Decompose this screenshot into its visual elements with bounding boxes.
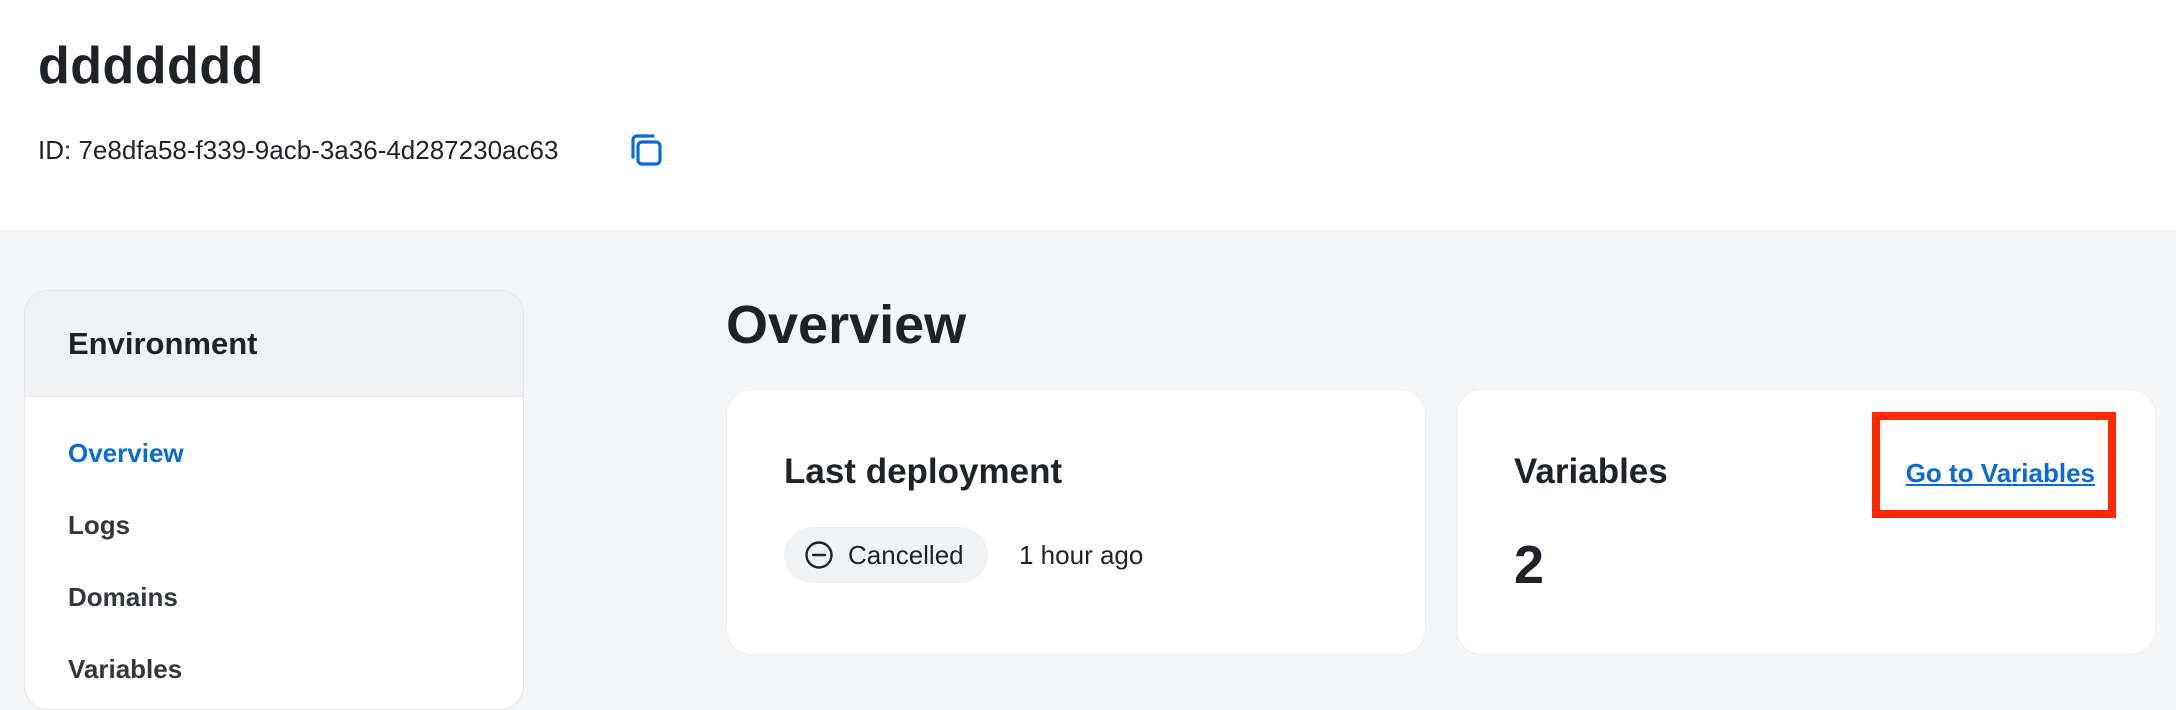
copy-icon	[631, 134, 662, 166]
last-deployment-title: Last deployment	[784, 452, 1063, 491]
sidebar-item-logs[interactable]: Logs	[25, 489, 523, 561]
sidebar-heading: Environment	[68, 325, 258, 361]
environment-id: ID: 7e8dfa58-f339-9acb-3a36-4d287230ac63	[38, 135, 559, 165]
environment-header: ddddddd ID: 7e8dfa58-f339-9acb-3a36-4d28…	[0, 0, 2176, 230]
variables-card: Variables Go to Variables 2	[1456, 389, 2156, 655]
sidebar-header: Environment	[25, 291, 523, 397]
cancel-circle-icon	[804, 540, 834, 570]
go-to-variables-link[interactable]: Go to Variables	[1906, 457, 2095, 489]
variables-count: 2	[1514, 535, 1545, 595]
deployment-time: 1 hour ago	[1019, 540, 1144, 570]
copy-id-button[interactable]	[624, 128, 668, 172]
status-badge: Cancelled	[784, 527, 988, 583]
sidebar-item-domains[interactable]: Domains	[25, 561, 523, 633]
last-deployment-card: Last deployment Cancelled 1 hour ago	[726, 389, 1426, 655]
page-title: Overview	[726, 295, 967, 355]
environment-sidebar: Environment Overview Logs Domains Variab…	[24, 290, 524, 710]
sidebar-nav: Overview Logs Domains Variables	[25, 397, 523, 705]
sidebar-item-overview[interactable]: Overview	[25, 417, 523, 489]
variables-card-title: Variables	[1514, 452, 1668, 491]
sidebar-item-variables[interactable]: Variables	[25, 633, 523, 705]
status-label: Cancelled	[848, 539, 964, 570]
environment-title: ddddddd	[38, 37, 264, 95]
